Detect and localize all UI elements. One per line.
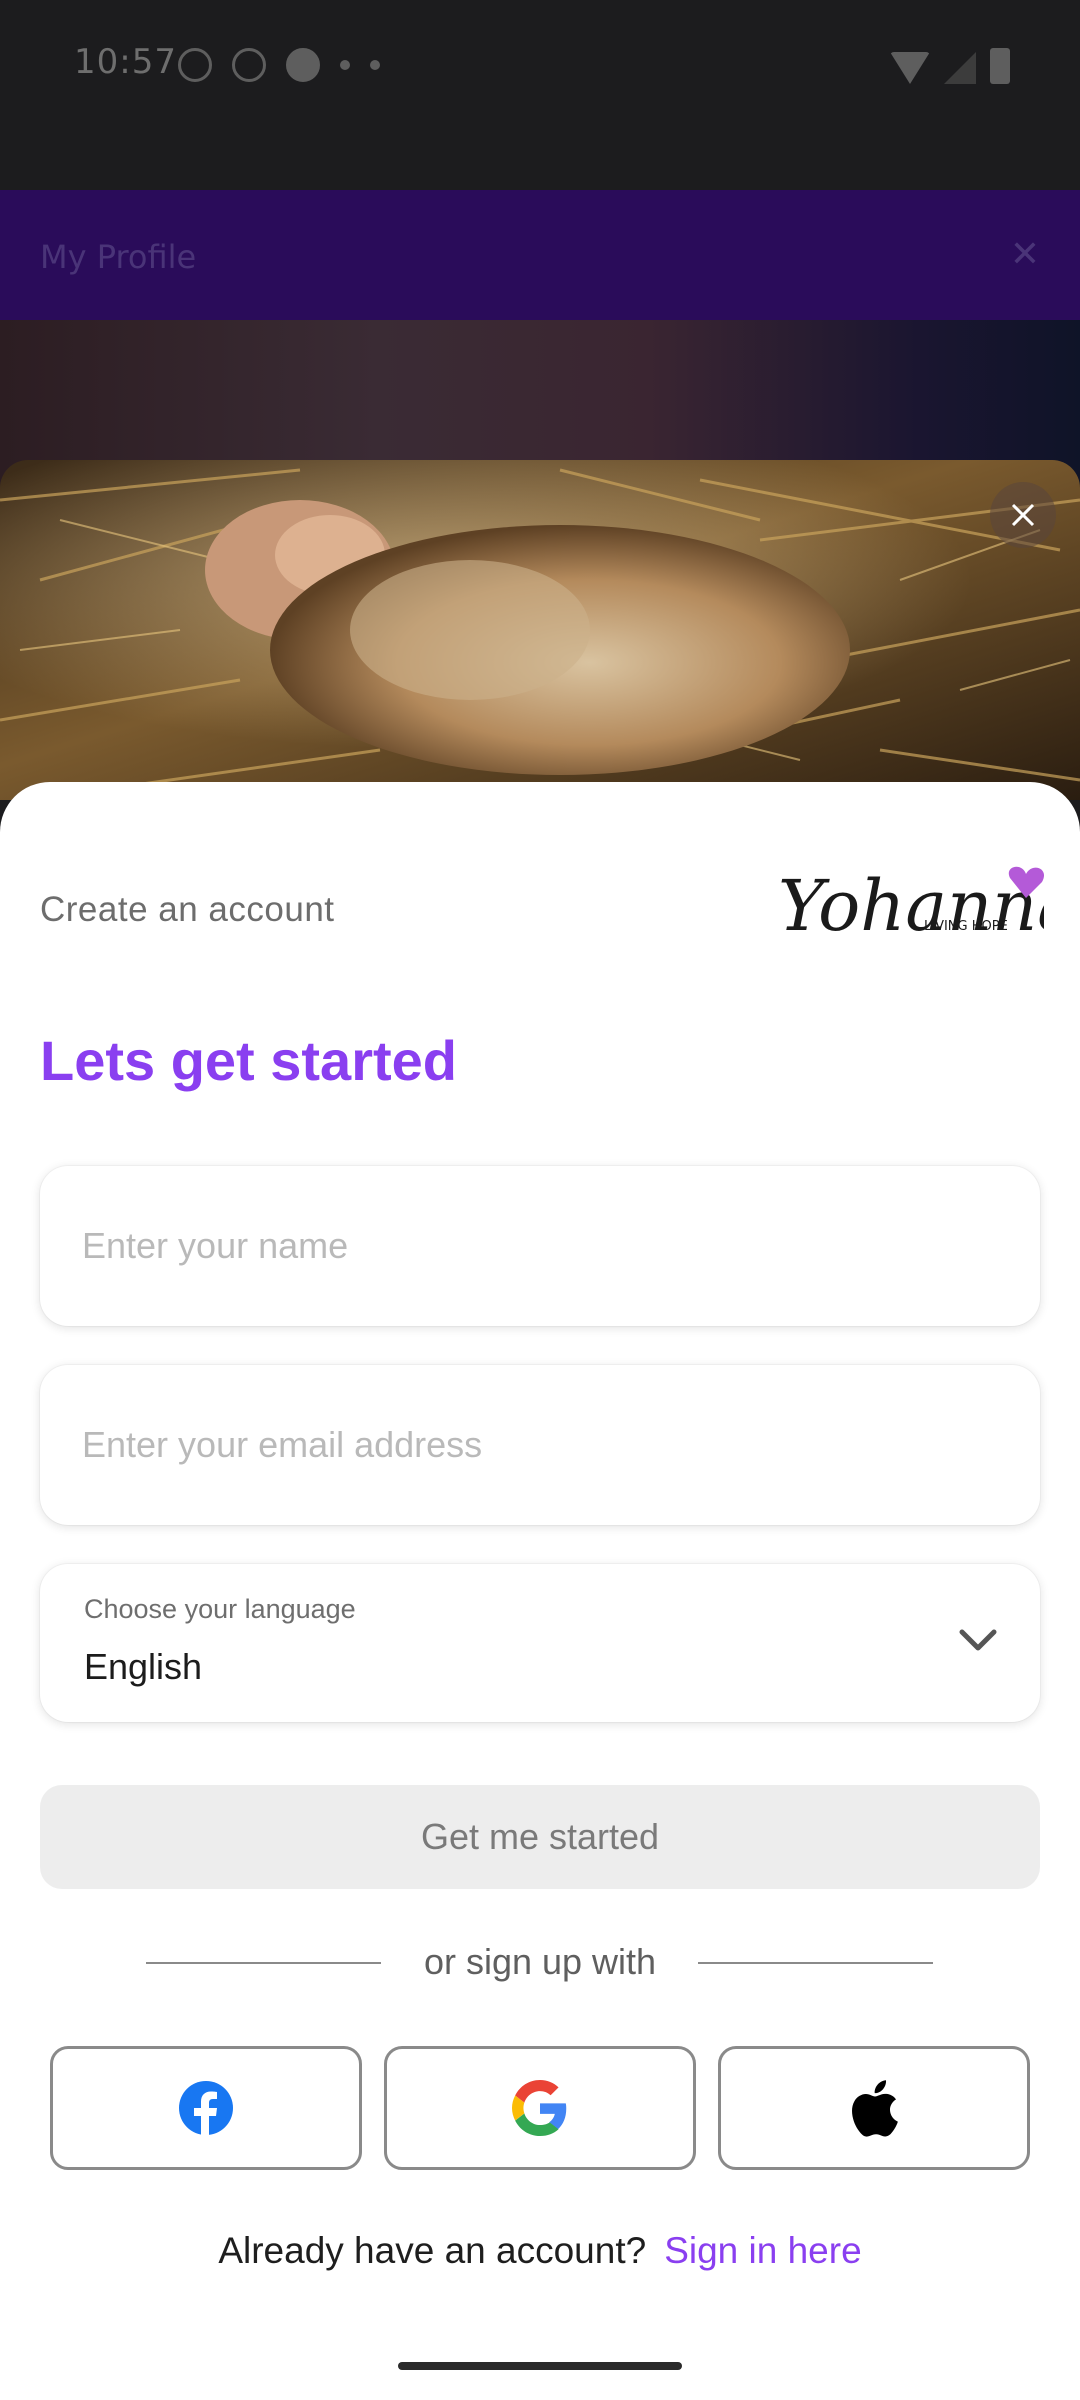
- background-close-icon: ✕: [1009, 234, 1040, 275]
- signup-sheet: Create an account Yohanna LIVING HOPE Le…: [0, 782, 1080, 2400]
- signin-question: Already have an account?: [218, 2230, 647, 2271]
- name-input[interactable]: [40, 1166, 1040, 1326]
- signal-icon: [944, 52, 976, 84]
- apple-icon: [852, 2080, 898, 2137]
- svg-text:LIVING HOPE: LIVING HOPE: [924, 919, 1008, 934]
- signin-row: Already have an account? Sign in here: [0, 2230, 1080, 2272]
- email-field[interactable]: [40, 1365, 1040, 1525]
- accessibility-icon: [340, 60, 350, 70]
- close-button[interactable]: [990, 482, 1056, 548]
- header-photo: [0, 460, 1080, 800]
- create-account-label: Create an account: [40, 890, 335, 929]
- language-select[interactable]: Choose your language English: [40, 1564, 1040, 1722]
- signin-link[interactable]: Sign in here: [664, 2230, 861, 2271]
- status-time: 10:57: [74, 42, 177, 82]
- chevron-down-icon: [959, 1629, 997, 1651]
- name-field[interactable]: [40, 1166, 1040, 1326]
- play-icon: [286, 48, 320, 82]
- apple-signup-button[interactable]: [718, 2046, 1030, 2170]
- shield-icon: [232, 48, 266, 82]
- status-system-icons: [890, 48, 1010, 84]
- facebook-icon: [179, 2081, 233, 2136]
- baby-in-straw-image: [0, 460, 1080, 800]
- info-icon: [178, 48, 212, 82]
- divider-line: [698, 1962, 933, 1964]
- google-icon: [512, 2080, 567, 2136]
- wifi-icon: [890, 52, 930, 84]
- language-label: Choose your language: [84, 1594, 356, 1624]
- get-started-button[interactable]: Get me started: [40, 1785, 1040, 1889]
- page-title: Lets get started: [40, 1029, 457, 1092]
- close-icon: [1011, 503, 1035, 527]
- background-app-title: My Profile: [40, 238, 197, 276]
- battery-icon: [990, 48, 1010, 84]
- home-indicator[interactable]: [398, 2362, 682, 2370]
- status-notification-icons: [178, 48, 380, 82]
- email-input[interactable]: [40, 1365, 1040, 1525]
- facebook-signup-button[interactable]: [50, 2046, 362, 2170]
- background-app-bar: My Profile ✕: [0, 190, 1080, 320]
- status-bar: 10:57: [0, 0, 1080, 130]
- language-value: English: [84, 1646, 203, 1687]
- dot-icon: [370, 60, 380, 70]
- google-signup-button[interactable]: [384, 2046, 696, 2170]
- svg-text:Yohanna: Yohanna: [778, 865, 1044, 947]
- yohanna-logo: Yohanna LIVING HOPE: [778, 865, 1044, 947]
- social-divider: or sign up with: [0, 1937, 1080, 1987]
